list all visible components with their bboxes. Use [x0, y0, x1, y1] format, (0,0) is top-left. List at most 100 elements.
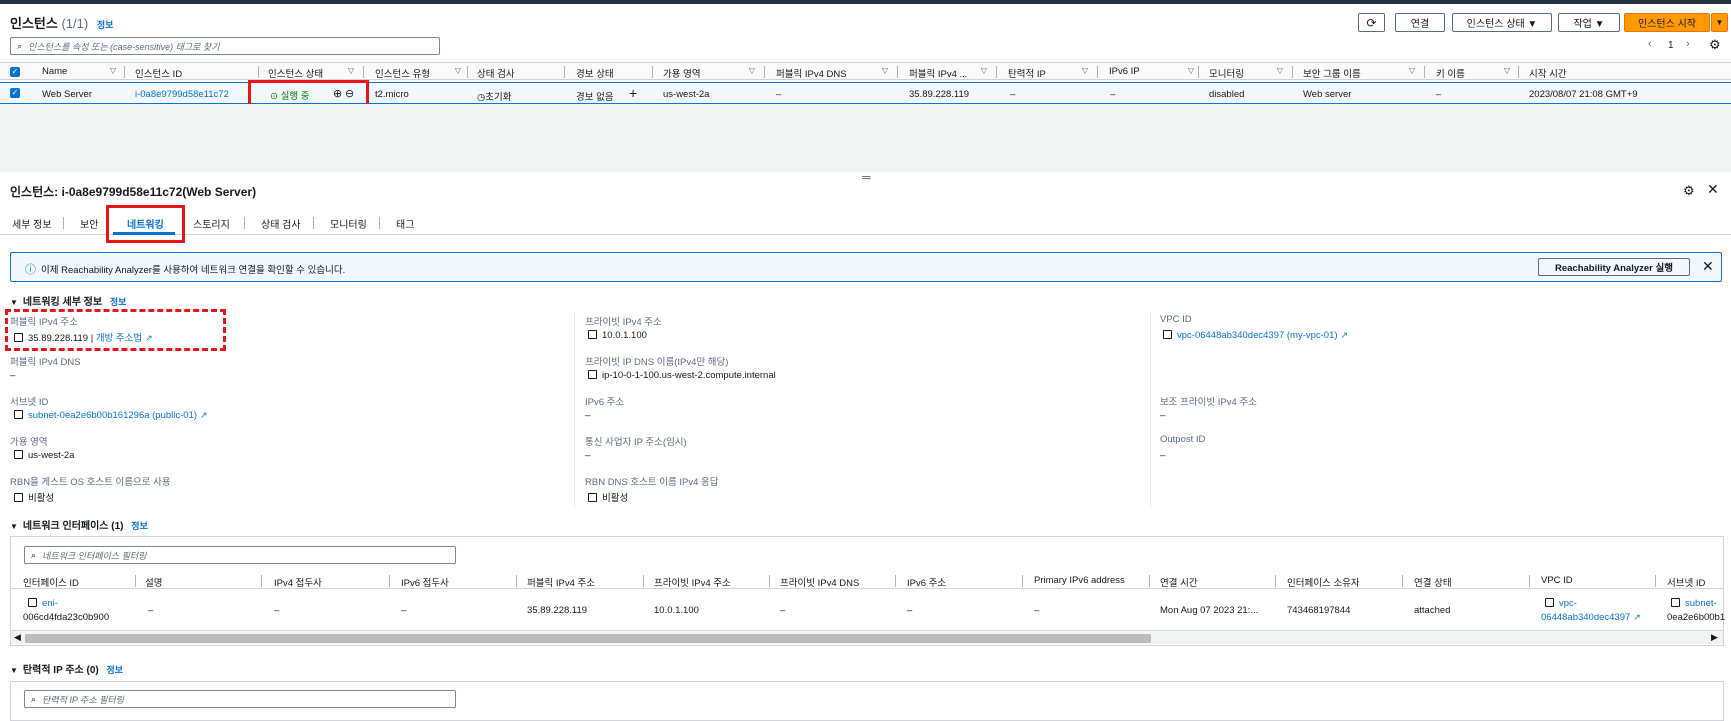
col-elastic-ip[interactable]: 탄력적 IP ▽ — [1008, 66, 1088, 80]
launch-instances-button[interactable]: 인스턴스 시작 — [1624, 13, 1710, 32]
eni-vpc-link-cont[interactable]: 06448ab340dec4397 — [1541, 612, 1630, 623]
eni-col-primary-ipv6[interactable]: Primary IPv6 address — [1034, 575, 1125, 586]
copy-icon[interactable] — [14, 450, 23, 459]
eni-col-ipv4-prefix[interactable]: IPv4 접두사 — [274, 575, 322, 589]
col-availability-zone[interactable]: 가용 영역 ▽ — [663, 66, 755, 80]
eni-id-link[interactable]: eni- — [42, 598, 58, 609]
eni-col-subnet[interactable]: 서브넷 ID — [1667, 575, 1705, 589]
copy-icon[interactable] — [28, 598, 37, 607]
actions-button[interactable]: 작업 ▼ — [1558, 13, 1620, 32]
secondary-ipv4-value: – — [1160, 410, 1166, 421]
tab-status-checks[interactable]: 상태 검사 — [261, 216, 301, 231]
scroll-left-icon[interactable]: ◀ — [14, 632, 21, 643]
copy-icon[interactable] — [588, 493, 597, 502]
copy-icon[interactable] — [588, 370, 597, 379]
col-public-dns[interactable]: 퍼블릭 IPv4 DNS ▽ — [776, 66, 888, 80]
eni-subnet-link-cont[interactable]: 0ea2e6b00b1 — [1667, 612, 1725, 623]
refresh-button[interactable]: ⟳ — [1358, 13, 1385, 32]
eni-filter-input[interactable]: ⌕ 네트워크 인터페이스 필터링 — [24, 546, 456, 564]
tab-monitoring[interactable]: 모니터링 — [330, 216, 367, 231]
networking-info-link[interactable]: 정보 — [110, 297, 127, 307]
eni-col-ipv6[interactable]: IPv6 주소 — [907, 575, 946, 589]
private-dns-value: ip-10-0-1-100.us-west-2.compute.internal — [588, 370, 776, 381]
col-alarm-status[interactable]: 경보 상태 — [576, 66, 646, 80]
eni-col-ipv6-prefix[interactable]: IPv6 접두사 — [401, 575, 449, 589]
caret-down-icon: ▼ — [1715, 18, 1724, 27]
eni-col-description[interactable]: 설명 — [145, 575, 162, 589]
eni-public-ipv4: 35.89.228.119 — [527, 605, 588, 616]
tab-storage[interactable]: 스토리지 — [193, 216, 230, 231]
row-launch-time: 2023/08/07 21:08 GMT+9 — [1529, 89, 1638, 100]
eni-col-private-ipv4[interactable]: 프라이빗 IPv4 주소 — [654, 575, 731, 589]
detail-settings-icon[interactable]: ⚙ — [1683, 183, 1695, 199]
launch-dropdown-button[interactable]: ▼ — [1711, 13, 1728, 32]
col-name[interactable]: Name ▽ — [42, 66, 116, 77]
col-monitoring[interactable]: 모니터링 ▽ — [1209, 66, 1283, 80]
scrollbar-thumb[interactable] — [25, 634, 1151, 643]
instances-info-link[interactable]: 정보 — [97, 20, 114, 30]
row-az: us-west-2a — [663, 89, 710, 100]
network-interfaces-heading[interactable]: ▼ 네트워크 인터페이스 (1) 정보 — [10, 517, 148, 532]
eni-col-status[interactable]: 연결 상태 — [1414, 575, 1452, 589]
col-status-check[interactable]: 상태 검사 — [477, 66, 557, 80]
networking-details-heading[interactable]: ▼ 네트워킹 세부 정보 정보 — [10, 293, 126, 308]
highlight-networking-tab — [106, 205, 185, 243]
eni-col-vpc[interactable]: VPC ID — [1541, 575, 1573, 586]
run-reachability-analyzer-button[interactable]: Reachability Analyzer 실행 — [1538, 258, 1690, 276]
col-launch-time[interactable]: 시작 시간 — [1529, 66, 1709, 80]
scroll-right-icon[interactable]: ▶ — [1711, 632, 1718, 643]
eni-table-row[interactable]: eni- 006cd4fda23c0b900 – – – 35.89.228.1… — [11, 590, 1725, 630]
elastic-ip-heading[interactable]: ▼ 탄력적 IP 주소 (0) 정보 — [10, 661, 123, 676]
eni-subnet-link[interactable]: subnet- — [1685, 598, 1717, 609]
eni-col-private-dns[interactable]: 프라이빗 IPv4 DNS — [780, 575, 859, 589]
copy-icon[interactable] — [14, 493, 23, 502]
col-instance-type[interactable]: 인스턴스 유형 ▽ — [375, 66, 461, 80]
ipv6-label: IPv6 주소 — [585, 397, 625, 408]
col-security-group[interactable]: 보안 그룹 이름 ▽ — [1303, 66, 1415, 80]
eni-col-attach-time[interactable]: 연결 시간 — [1160, 575, 1198, 589]
carrier-ip-value: – — [585, 450, 591, 461]
eni-col-owner[interactable]: 인터페이스 소유자 — [1287, 575, 1360, 589]
eni-info-link[interactable]: 정보 — [131, 521, 148, 531]
row-name: Web Server — [42, 89, 92, 100]
tab-tags[interactable]: 태그 — [396, 216, 414, 231]
eni-vpc-link[interactable]: vpc- — [1559, 598, 1577, 609]
copy-icon[interactable] — [14, 410, 23, 419]
page-number[interactable]: 1 — [1668, 40, 1674, 51]
select-all-checkbox[interactable]: ✓ — [10, 67, 20, 77]
row-instance-id-link[interactable]: i-0a8e9799d58e11c72 — [135, 89, 229, 100]
eni-id-link-cont[interactable]: 006cd4fda23c0b900 — [23, 612, 109, 623]
col-public-ipv4[interactable]: 퍼블릭 IPv4 ... ▽ — [909, 66, 987, 80]
copy-icon[interactable] — [588, 330, 597, 339]
vpc-link[interactable]: vpc-06448ab340dec4397 (my-vpc-01) — [1177, 330, 1338, 341]
col-instance-state[interactable]: 인스턴스 상태 ▽ — [268, 66, 354, 80]
resize-handle[interactable]: ═ — [862, 170, 871, 184]
next-page-icon[interactable]: › — [1686, 38, 1690, 50]
eni-filter-placeholder: 네트워크 인터페이스 필터링 — [42, 550, 147, 561]
eni-col-id[interactable]: 인터페이스 ID — [23, 575, 79, 589]
add-alarm-icon[interactable]: + — [629, 85, 637, 101]
col-ipv6[interactable]: IPv6 IP ▽ — [1109, 66, 1194, 77]
eni-col-public-ipv4[interactable]: 퍼블릭 IPv4 주소 — [527, 575, 595, 589]
public-dns-value: – — [10, 370, 16, 381]
eip-info-link[interactable]: 정보 — [107, 665, 124, 675]
close-icon[interactable]: ✕ — [1707, 181, 1719, 198]
tab-details[interactable]: 세부 정보 — [12, 216, 52, 231]
subnet-link[interactable]: subnet-0ea2e6b00b161296a (public-01) — [28, 410, 197, 421]
copy-icon[interactable] — [1545, 598, 1554, 607]
settings-gear-icon[interactable]: ⚙ — [1709, 37, 1721, 53]
prev-page-icon[interactable]: ‹ — [1648, 38, 1652, 50]
horizontal-scrollbar[interactable]: ◀ ▶ — [11, 630, 1723, 644]
connect-button[interactable]: 연결 — [1395, 13, 1445, 32]
search-icon: ⌕ — [31, 693, 37, 704]
col-key-name[interactable]: 키 이름 ▽ — [1436, 66, 1510, 80]
copy-icon[interactable] — [1163, 330, 1172, 339]
instance-state-button[interactable]: 인스턴스 상태 ▼ — [1452, 13, 1552, 32]
row-checkbox[interactable]: ✓ — [10, 88, 20, 98]
copy-icon[interactable] — [1671, 598, 1680, 607]
instances-search-input[interactable]: ⌕ 인스턴스를 속성 또는 (case-sensitive) 태그로 찾기 — [10, 37, 440, 55]
tab-security[interactable]: 보안 — [80, 216, 98, 231]
col-instance-id[interactable]: 인스턴스 ID — [135, 66, 243, 80]
eip-filter-input[interactable]: ⌕ 탄력적 IP 주소 필터링 — [24, 690, 456, 708]
dismiss-banner-icon[interactable]: ✕ — [1702, 258, 1714, 275]
